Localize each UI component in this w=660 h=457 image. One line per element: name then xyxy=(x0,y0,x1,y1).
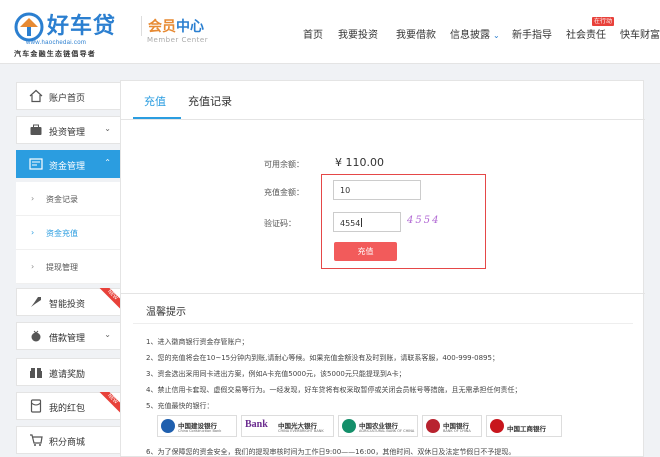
tips-title: 温馨提示 xyxy=(146,307,186,318)
ccb-icon xyxy=(161,419,175,433)
rocket-icon xyxy=(31,297,41,307)
bank-logo-ccb: 中国建设银行 China Construction Bank xyxy=(157,415,237,437)
icbc-icon xyxy=(490,419,504,433)
logo-icon xyxy=(14,12,44,42)
main-panel: 充值 充值记录 可用余额： ¥ 110.00 充值金额： 10 验证码： 455… xyxy=(120,80,645,457)
chevron-down-icon: ⌄ xyxy=(104,330,111,339)
member-center-title: 会员中心 xyxy=(141,16,204,36)
sidebar-item-loan-mgmt[interactable]: 借款管理 ⌄ xyxy=(16,322,122,350)
tip-line: 3、资金选出采用同卡进出方案，例如A卡充值5000元，该5000元只能提现到A卡… xyxy=(146,370,406,378)
new-badge: NEW xyxy=(98,288,122,312)
recharge-button[interactable]: 充值 xyxy=(334,242,397,261)
chevron-right-icon: › xyxy=(31,194,35,203)
tips-divider xyxy=(133,323,633,324)
loan-icon xyxy=(31,330,41,342)
nav-wealth[interactable]: 快车财富 xyxy=(620,26,660,41)
red-packet-icon xyxy=(30,399,42,413)
chevron-up-icon: ⌃ xyxy=(104,158,111,167)
chevron-down-icon: ⌄ xyxy=(493,31,500,40)
sidebar-item-red-packet[interactable]: 我的红包 NEW xyxy=(16,392,122,420)
balance-value: ¥ 110.00 xyxy=(335,156,384,169)
sidebar-sub-recharge[interactable]: › 资金充值 xyxy=(16,216,122,250)
tab-recharge-record[interactable]: 充值记录 xyxy=(188,93,232,109)
bank-logo-abc: 中国农业银行 AGRICULTURAL BANK OF CHINA xyxy=(338,415,418,437)
abc-icon xyxy=(342,419,356,433)
bank-logo-icbc: 中国工商银行 xyxy=(486,415,562,437)
funds-icon xyxy=(29,158,43,170)
new-badge: NEW xyxy=(98,392,122,416)
logo-url: www.haochedai.com xyxy=(26,40,87,46)
sidebar-sub-withdraw[interactable]: › 提现管理 xyxy=(16,250,122,284)
tip-line: 2、您的充值将会在10~15分钟内到账,请耐心等候。如果充值金额没有及时到账，请… xyxy=(146,354,499,362)
amount-label: 充值金额： xyxy=(264,188,304,197)
tab-recharge[interactable]: 充值 xyxy=(144,93,166,109)
member-center-subtitle: Member Center xyxy=(147,36,209,44)
sidebar-item-smart-invest[interactable]: 智能投资 NEW xyxy=(16,288,122,316)
home-icon xyxy=(29,89,43,103)
text-cursor xyxy=(361,218,363,227)
logo-slogan: 汽车金融生态链倡导者 xyxy=(14,50,96,58)
chevron-down-icon: ⌄ xyxy=(104,124,111,133)
tip-line: 1、进入徽商银行资金存管账户； xyxy=(146,338,249,346)
sidebar-item-funds-mgmt[interactable]: 资金管理 ⌃ xyxy=(16,150,122,178)
chevron-right-icon: › xyxy=(31,228,35,237)
tip-line: 6、为了保障您的资金安全，我们的提现审核时间为工作日9:00——16:00，其他… xyxy=(146,448,516,456)
hot-badge: 在行动 xyxy=(592,17,615,26)
captcha-image[interactable]: 4554 xyxy=(407,215,440,226)
captcha-input[interactable]: 4554 xyxy=(333,212,401,232)
tab-divider xyxy=(121,119,645,120)
boc-icon xyxy=(426,419,440,433)
bank-logo-boc: 中国银行 BANK OF CHINA xyxy=(422,415,482,437)
sidebar-item-account-home[interactable]: 账户首页 xyxy=(16,82,122,110)
nav-responsibility[interactable]: 社会责任 xyxy=(566,26,606,41)
top-header: 好车贷 www.haochedai.com 汽车金融生态链倡导者 会员中心 Me… xyxy=(0,0,660,64)
sidebar-item-points-mall[interactable]: 积分商城 xyxy=(16,426,122,454)
balance-label: 可用余额： xyxy=(264,160,304,169)
sidebar-sub-funds-record[interactable]: › 资金记录 xyxy=(16,182,122,216)
tip-line: 4、禁止信用卡套现、虚假交易等行为。一经发现，好车贷将有权采取暂停或关闭会员帐号… xyxy=(146,386,522,394)
tip-line: 5、充值最快的银行： xyxy=(146,402,214,410)
sidebar-item-invite[interactable]: 邀请奖励 xyxy=(16,358,122,386)
invite-icon xyxy=(30,368,42,378)
chevron-right-icon: › xyxy=(31,262,35,271)
logo-text[interactable]: 好车贷 xyxy=(47,8,116,40)
nav-home[interactable]: 首页 xyxy=(303,26,323,41)
bank-logo-ceb: Bank 中国光大银行 CHINA EVERBRIGHT BANK xyxy=(241,415,334,437)
nav-invest[interactable]: 我要投资 xyxy=(338,26,378,41)
section-divider xyxy=(121,293,645,294)
nav-borrow[interactable]: 我要借款 xyxy=(396,26,436,41)
amount-input[interactable]: 10 xyxy=(333,180,421,200)
invest-icon xyxy=(30,124,42,135)
code-label: 验证码： xyxy=(264,219,296,228)
sidebar-item-invest-mgmt[interactable]: 投资管理 ⌄ xyxy=(16,116,122,144)
cart-icon xyxy=(30,434,43,446)
nav-guide[interactable]: 新手指导 xyxy=(512,26,552,41)
nav-disclosure[interactable]: 信息披露 ⌄ xyxy=(450,26,500,41)
